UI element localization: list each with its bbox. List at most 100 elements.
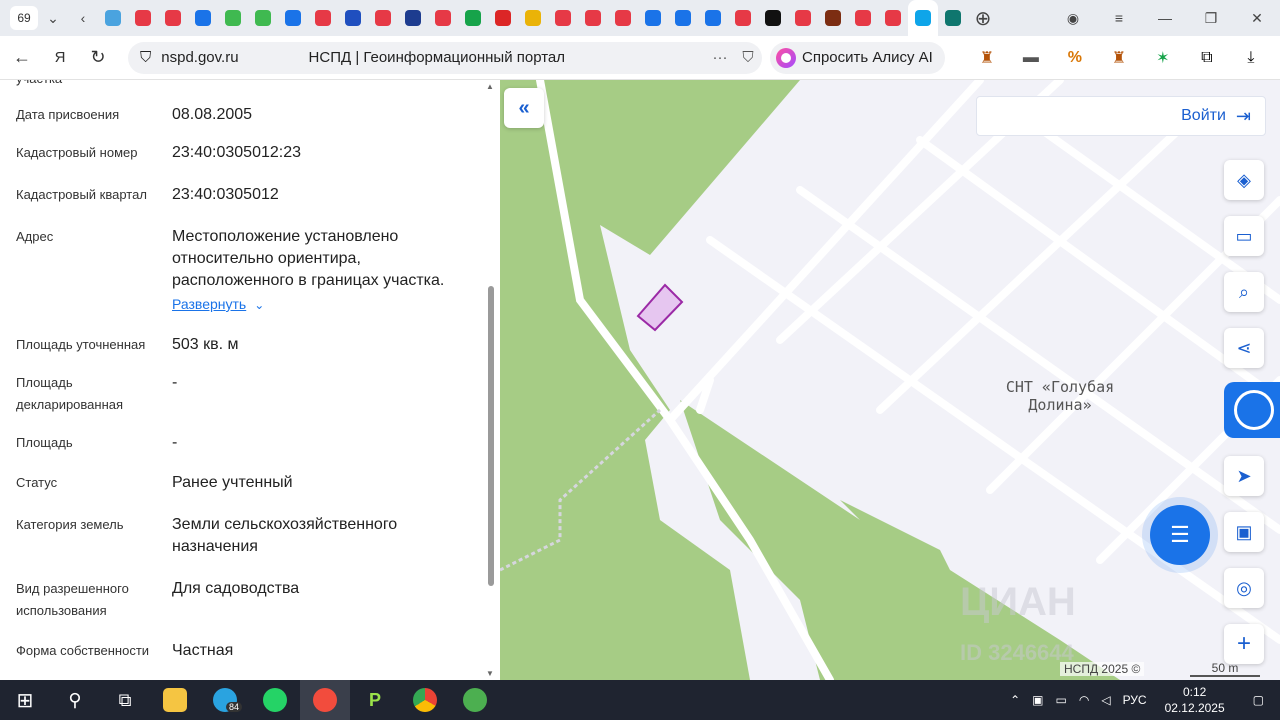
back-button[interactable]: ← xyxy=(6,42,38,74)
pinned-tab[interactable] xyxy=(428,0,458,36)
chrome-app[interactable] xyxy=(400,680,450,720)
close-window-button[interactable]: ✕ xyxy=(1234,10,1280,27)
pinned-tab[interactable] xyxy=(698,0,728,36)
restore-button[interactable]: ❐ xyxy=(1188,10,1234,27)
pinned-tab[interactable] xyxy=(668,0,698,36)
pinned-tab[interactable] xyxy=(848,0,878,36)
whatsapp-app[interactable] xyxy=(250,680,300,720)
explorer-app[interactable] xyxy=(150,680,200,720)
pinned-tab[interactable] xyxy=(488,0,518,36)
pinned-tab[interactable] xyxy=(128,0,158,36)
pinned-tab[interactable] xyxy=(608,0,638,36)
pinned-tab[interactable] xyxy=(98,0,128,36)
scroll-down-icon[interactable]: ▼ xyxy=(486,669,494,678)
chat-button[interactable]: ☰ xyxy=(1150,505,1210,565)
search-location-button[interactable]: ◎ xyxy=(1224,568,1264,608)
task-view-button[interactable]: ⧉ xyxy=(100,680,150,720)
wifi-icon[interactable]: ◠ xyxy=(1073,693,1095,707)
info-label: Статус xyxy=(16,475,58,490)
bookmark-icon[interactable]: ⛉ xyxy=(734,49,762,66)
yandex-browser-app[interactable] xyxy=(300,680,350,720)
battery-icon[interactable]: ▭ xyxy=(1050,693,1073,707)
pinned-tab[interactable] xyxy=(398,0,428,36)
download-icon[interactable]: ⤓ xyxy=(1229,36,1273,80)
info-value: Местоположение установлено относительно … xyxy=(172,228,445,289)
pinned-tab[interactable] xyxy=(878,0,908,36)
collapse-panel-button[interactable]: « xyxy=(504,88,544,128)
pinned-tab[interactable] xyxy=(788,0,818,36)
map-view[interactable]: ЦИАН ID 3246644 СНТ «Голубая Долина» « В… xyxy=(500,80,1280,680)
pinned-tab[interactable] xyxy=(638,0,668,36)
pinned-tab[interactable] xyxy=(818,0,848,36)
url-field[interactable]: ⛉ nspd.gov.ru НСПД | Геоинформационный п… xyxy=(128,41,762,74)
zoom-in-button[interactable]: + xyxy=(1224,624,1264,664)
tab-counter[interactable]: 69 xyxy=(10,6,38,30)
discount-extension-icon[interactable]: % xyxy=(1053,36,1097,80)
panel-scrollbar[interactable]: ▲ ▼ xyxy=(486,80,496,680)
alice-button[interactable]: Спросить Алису AI xyxy=(770,41,945,74)
pinned-tab[interactable] xyxy=(368,0,398,36)
pinned-tab[interactable] xyxy=(758,0,788,36)
expand-address[interactable]: Развернуть ⌄ xyxy=(172,296,264,314)
chat-icon: ☰ xyxy=(1170,522,1190,547)
area-select-button[interactable]: ⌕ xyxy=(1224,272,1264,312)
menu-icon[interactable]: ≡ xyxy=(1096,10,1142,26)
pinned-tab[interactable] xyxy=(578,0,608,36)
info-label: Площадь уточненная xyxy=(16,337,146,352)
volume-icon[interactable]: ◁ xyxy=(1095,693,1116,707)
pinned-tab[interactable] xyxy=(518,0,548,36)
pinned-tab[interactable] xyxy=(908,0,938,36)
profile-icon[interactable]: ◉ xyxy=(1050,10,1096,27)
utorrent-app[interactable] xyxy=(450,680,500,720)
pinned-tab[interactable] xyxy=(728,0,758,36)
new-tab-button[interactable]: ⊕ xyxy=(968,0,998,36)
extension-icon[interactable]: ✶ xyxy=(1141,36,1185,80)
notifications-icon[interactable]: ▢ xyxy=(1237,693,1280,707)
chevron-down-icon[interactable]: ⌄ xyxy=(254,298,264,312)
extension-icon[interactable]: ▬ xyxy=(1009,36,1053,80)
layers-button[interactable]: ◈ xyxy=(1224,160,1264,200)
tray-overflow-icon[interactable]: ⌃ xyxy=(1004,693,1026,707)
pinned-tab[interactable] xyxy=(278,0,308,36)
tray-app-icon[interactable]: ▣ xyxy=(1026,693,1049,707)
extension-icon[interactable]: ♜ xyxy=(1097,36,1141,80)
start-button[interactable]: ⊞ xyxy=(0,680,50,720)
more-icon[interactable]: ··· xyxy=(706,49,734,66)
share-button[interactable]: ⋖ xyxy=(1224,328,1264,368)
tab-favicon-icon xyxy=(435,10,451,26)
pinned-tab[interactable] xyxy=(158,0,188,36)
tabs-dropdown-icon[interactable]: ⌄ xyxy=(38,0,68,36)
p-app[interactable]: P xyxy=(350,680,400,720)
clock[interactable]: 0:12 02.12.2025 xyxy=(1153,684,1237,716)
scroll-thumb[interactable] xyxy=(488,286,494,586)
map-extension-button[interactable] xyxy=(1224,382,1280,438)
pinned-tab[interactable] xyxy=(338,0,368,36)
scroll-up-icon[interactable]: ▲ xyxy=(486,82,494,91)
clock-time: 0:12 xyxy=(1182,685,1207,699)
extensions-icon[interactable]: ⧉ xyxy=(1185,36,1229,80)
language-indicator[interactable]: РУС xyxy=(1117,693,1153,707)
tab-favicon-icon xyxy=(315,10,331,26)
pinned-tab[interactable] xyxy=(938,0,968,36)
site-info-icon[interactable]: ⛉ xyxy=(140,49,151,66)
pinned-tab[interactable] xyxy=(548,0,578,36)
reload-button[interactable]: ↻ xyxy=(82,42,114,74)
login-button[interactable]: Войти ⇥ xyxy=(976,96,1266,136)
ruler-button[interactable]: ▭ xyxy=(1224,216,1264,256)
info-label: участка xyxy=(16,80,156,90)
pinned-tab[interactable] xyxy=(248,0,278,36)
pinned-tab[interactable] xyxy=(308,0,338,36)
pinned-tab[interactable] xyxy=(458,0,488,36)
pinned-tab[interactable] xyxy=(188,0,218,36)
pinned-tab[interactable] xyxy=(218,0,248,36)
yandex-home-icon[interactable]: Я xyxy=(44,42,76,74)
telegram-app[interactable]: 84 xyxy=(200,680,250,720)
extension-icon[interactable]: ♜ xyxy=(965,36,1009,80)
search-button[interactable]: ⚲ xyxy=(50,680,100,720)
tabs-scroll-left-icon[interactable]: ‹ xyxy=(68,0,98,36)
expand-link[interactable]: Развернуть xyxy=(172,296,246,312)
geolocation-button[interactable]: ➤ xyxy=(1224,456,1264,496)
minimize-button[interactable]: — xyxy=(1142,10,1188,26)
map-canvas[interactable] xyxy=(500,80,1280,680)
minimap-button[interactable]: ▣ xyxy=(1224,512,1264,552)
